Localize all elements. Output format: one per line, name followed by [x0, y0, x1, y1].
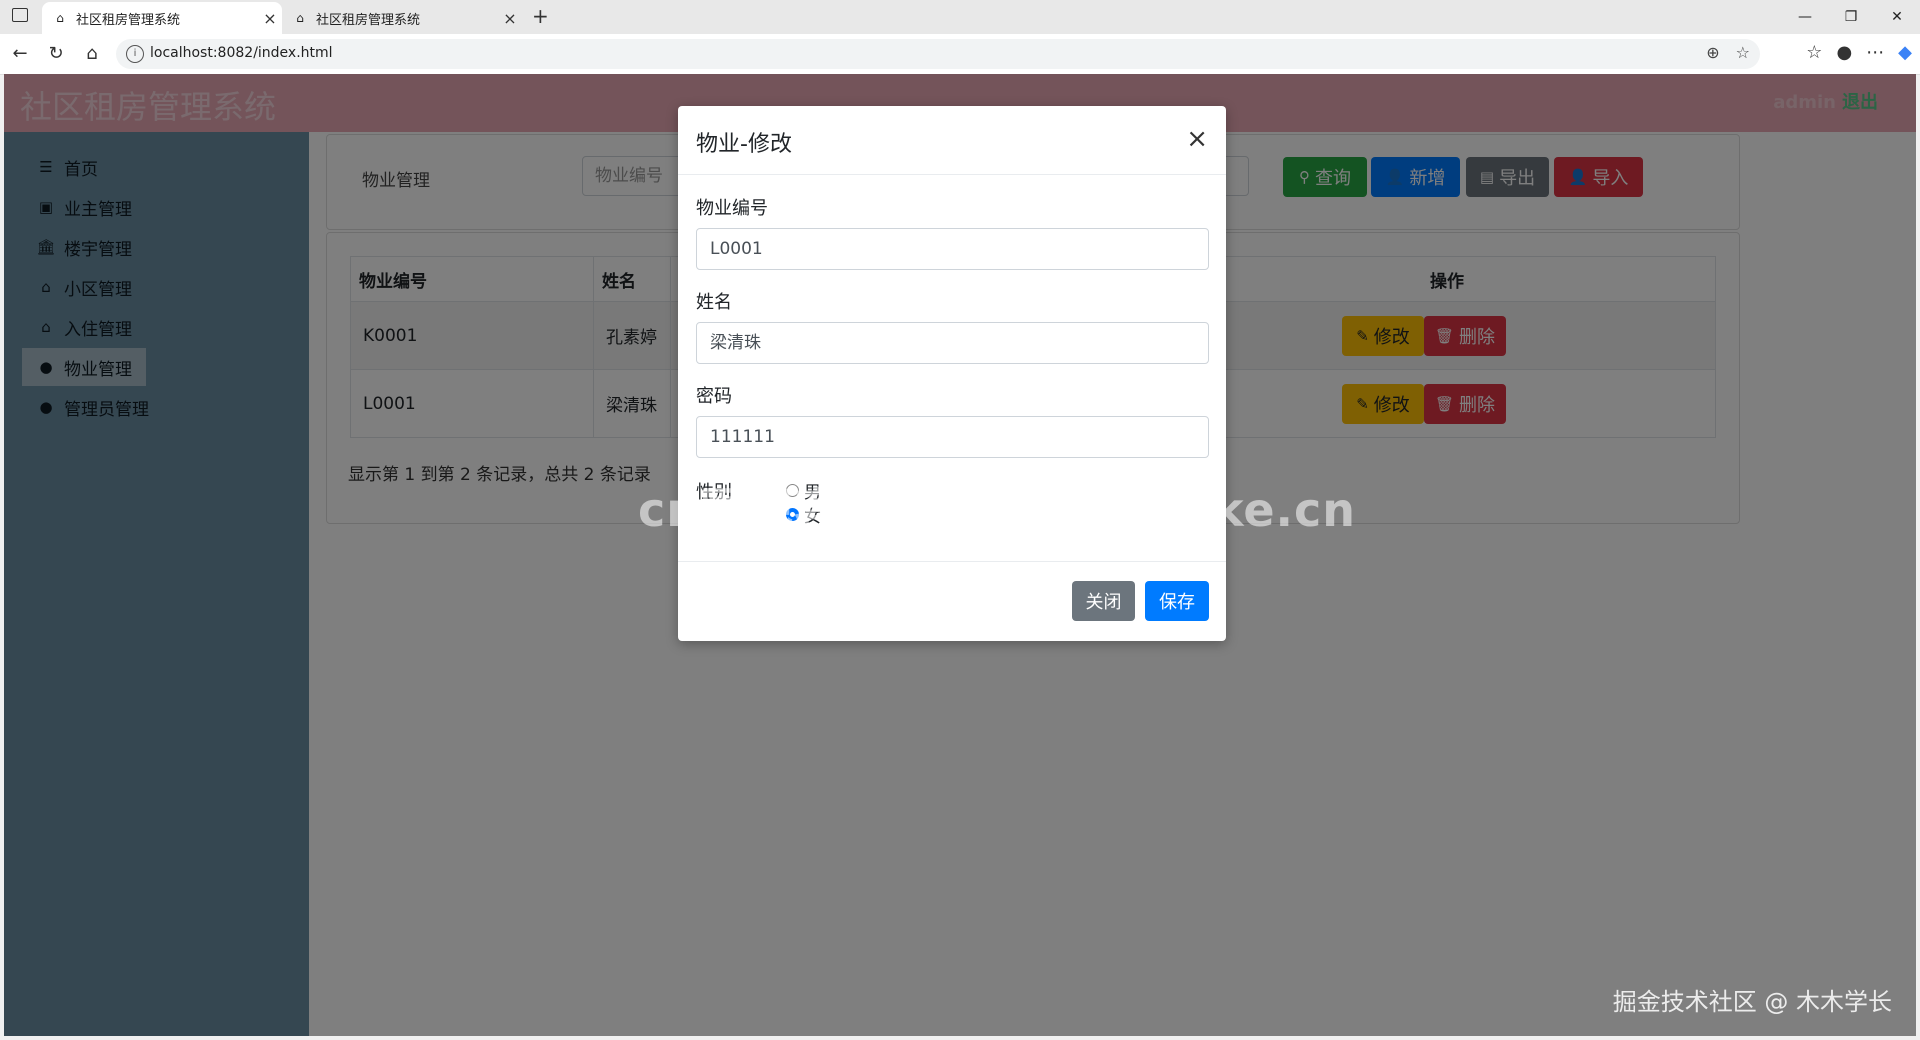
back-icon[interactable]: ← [8, 42, 32, 66]
favorites-icon[interactable]: ☆ [1806, 42, 1822, 63]
browser-tab-1[interactable]: ⌂ 社区租房管理系统 × [42, 2, 282, 34]
zoom-icon[interactable]: ⊕ [1706, 43, 1719, 62]
tab-title: 社区租房管理系统 [316, 12, 421, 28]
code-field[interactable]: L0001 [696, 228, 1209, 270]
new-tab-button[interactable]: + [532, 4, 549, 28]
tab-actions-icon[interactable] [12, 8, 28, 22]
modal-title: 物业-修改 [696, 132, 792, 157]
url-actions: ⊕ ☆ [1706, 43, 1750, 62]
edit-property-modal: 物业-修改 × 物业编号 L0001 姓名 梁清珠 密码 111111 性别 男… [678, 106, 1226, 641]
password-field[interactable]: 111111 [696, 416, 1209, 458]
modal-footer: 关闭 保存 [678, 561, 1226, 642]
profile-icon[interactable]: ● [1836, 42, 1852, 63]
home-icon[interactable]: ⌂ [80, 42, 104, 66]
more-icon[interactable]: ⋯ [1866, 42, 1884, 63]
password-label: 密码 [696, 386, 732, 407]
watermark-center: cn围观客www.weiguanke.cn [638, 483, 1357, 537]
restore-icon[interactable]: ❐ [1828, 0, 1874, 34]
close-button[interactable]: 关闭 [1072, 581, 1135, 621]
save-button[interactable]: 保存 [1145, 581, 1209, 621]
close-icon[interactable]: × [1186, 124, 1208, 154]
name-label: 姓名 [696, 292, 732, 313]
close-tab-icon[interactable]: × [498, 9, 522, 28]
page-favicon-icon: ⌂ [56, 11, 64, 25]
address-bar-row: ← ↻ ⌂ i localhost:8082/index.html ⊕ ☆ ☆ … [0, 34, 1920, 75]
tab-title: 社区租房管理系统 [76, 12, 181, 28]
favorite-star-icon[interactable]: ☆ [1736, 43, 1750, 62]
code-label: 物业编号 [696, 198, 768, 219]
copilot-icon[interactable]: ◆ [1898, 42, 1912, 63]
url-field[interactable]: i localhost:8082/index.html ⊕ ☆ [116, 39, 1760, 69]
url-text: localhost:8082/index.html [150, 45, 333, 61]
browser-tab-bar: ⌂ 社区租房管理系统 × ⌂ 社区租房管理系统 × + — ❐ ✕ [0, 0, 1920, 34]
browser-tab-2[interactable]: ⌂ 社区租房管理系统 × [282, 2, 522, 34]
reload-icon[interactable]: ↻ [44, 42, 68, 66]
modal-header: 物业-修改 × [678, 106, 1226, 175]
page-favicon-icon: ⌂ [296, 11, 304, 25]
close-window-icon[interactable]: ✕ [1874, 0, 1920, 34]
watermark-corner: 掘金技术社区 @ 木木学长 [1612, 988, 1892, 1016]
browser-toolbar-icons: ☆ ● ⋯ ◆ [1806, 42, 1912, 63]
name-field[interactable]: 梁清珠 [696, 322, 1209, 364]
close-tab-icon[interactable]: × [258, 9, 282, 28]
minimize-icon[interactable]: — [1782, 0, 1828, 34]
window-controls: — ❐ ✕ [1782, 0, 1920, 34]
site-info-icon[interactable]: i [126, 45, 144, 63]
